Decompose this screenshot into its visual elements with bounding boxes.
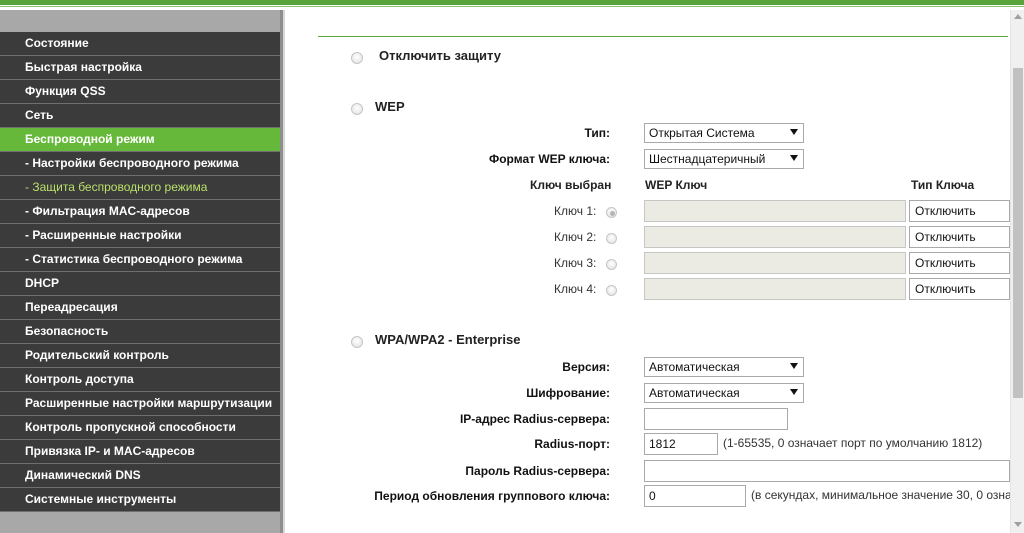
vertical-scrollbar[interactable]	[1010, 10, 1024, 533]
radius-password-label: Пароль Radius-сервера:	[465, 464, 610, 478]
sidebar-menu: Состояние Быстрая настройка Функция QSS …	[0, 32, 280, 512]
wep-key3-type[interactable]: Отключить	[909, 252, 1010, 274]
wep-type-select[interactable]: Открытая Система	[644, 123, 804, 143]
sidebar-divider	[283, 10, 285, 533]
wep-col-selected: Ключ выбран	[530, 178, 612, 192]
wep-key2-input[interactable]	[644, 226, 906, 248]
sidebar-item-qss[interactable]: Функция QSS	[0, 80, 280, 104]
sidebar-item-bandwidth-control[interactable]: Контроль пропускной способности	[0, 416, 280, 440]
radio-dot	[610, 211, 615, 216]
radius-password-input[interactable]	[644, 460, 1010, 482]
wpa-version-label: Версия:	[562, 360, 610, 374]
wep-format-select[interactable]: Шестнадцатеричный	[644, 149, 804, 169]
top-banner-line	[0, 6, 1024, 7]
radius-ip-label: IP-адрес Radius-сервера:	[459, 412, 610, 426]
wep-format-label: Формат WEP ключа:	[488, 152, 610, 166]
sidebar-item-mac-filtering[interactable]: - Фильтрация MAC-адресов	[0, 200, 280, 224]
sidebar-item-access-control[interactable]: Контроль доступа	[0, 368, 280, 392]
sidebar-item-parental-control[interactable]: Родительский контроль	[0, 344, 280, 368]
wep-col-type: Тип Ключа	[911, 178, 975, 192]
wep-key2-label: Ключ 2:	[554, 230, 597, 244]
sidebar-item-wireless-settings[interactable]: - Настройки беспроводного режима	[0, 152, 280, 176]
wpa-encryption-select[interactable]: Автоматическая	[644, 383, 804, 403]
scroll-down-arrow-icon[interactable]	[1014, 522, 1022, 527]
wep-type-value: Открытая Система	[649, 126, 755, 140]
radius-port-input[interactable]: 1812	[644, 433, 718, 455]
scroll-thumb[interactable]	[1013, 68, 1023, 398]
sidebar-item-dhcp[interactable]: DHCP	[0, 272, 280, 296]
sidebar-item-network[interactable]: Сеть	[0, 104, 280, 128]
content-top-rule	[318, 36, 1008, 37]
wpa-enterprise-title: WPA/WPA2 - Enterprise	[375, 332, 521, 347]
sidebar-panel: Состояние Быстрая настройка Функция QSS …	[0, 10, 280, 533]
sidebar-item-quick-setup[interactable]: Быстрая настройка	[0, 56, 280, 80]
wep-key4-radio[interactable]	[606, 285, 617, 296]
top-banner	[0, 0, 1024, 10]
disable-security-label: Отключить защиту	[379, 48, 501, 63]
wpa-encryption-value: Автоматическая	[649, 386, 740, 400]
sidebar-item-security[interactable]: Безопасность	[0, 320, 280, 344]
sidebar-item-system-tools[interactable]: Системные инструменты	[0, 488, 280, 512]
wep-key1-type[interactable]: Отключить	[909, 200, 1010, 222]
wep-format-value: Шестнадцатеричный	[649, 152, 766, 166]
wpa-version-value: Автоматическая	[649, 360, 740, 374]
sidebar-item-forwarding[interactable]: Переадресация	[0, 296, 280, 320]
sidebar-item-ip-mac-binding[interactable]: Привязка IP- и MAC-адресов	[0, 440, 280, 464]
radius-port-hint: (1-65535, 0 означает порт по умолчанию 1…	[723, 436, 983, 450]
chevron-down-icon	[790, 155, 798, 161]
chevron-down-icon	[790, 363, 798, 369]
wep-key1-radio[interactable]	[606, 207, 617, 218]
radius-ip-input[interactable]	[644, 408, 788, 430]
radius-port-label: Radius-порт:	[534, 437, 610, 451]
sidebar-item-wireless[interactable]: Беспроводной режим	[0, 128, 280, 152]
wep-key1-label: Ключ 1:	[554, 204, 597, 218]
sidebar: Состояние Быстрая настройка Функция QSS …	[0, 10, 285, 533]
group-key-input[interactable]: 0	[644, 485, 746, 507]
wep-key4-type[interactable]: Отключить	[909, 278, 1010, 300]
wep-key4-input[interactable]	[644, 278, 906, 300]
wep-key3-radio[interactable]	[606, 259, 617, 270]
disable-security-radio[interactable]	[351, 52, 363, 64]
wep-key3-input[interactable]	[644, 252, 906, 274]
sidebar-item-ddns[interactable]: Динамический DNS	[0, 464, 280, 488]
group-key-hint: (в секундах, минимальное значение 30, 0 …	[751, 488, 1012, 502]
chevron-down-icon	[790, 389, 798, 395]
main-content: Отключить защиту WEP Тип: Открытая Систе…	[286, 10, 1012, 533]
wpa-version-select[interactable]: Автоматическая	[644, 357, 804, 377]
wep-key3-label: Ключ 3:	[554, 256, 597, 270]
group-key-label: Период обновления группового ключа:	[374, 489, 610, 503]
wep-key1-input[interactable]	[644, 200, 906, 222]
wep-key2-type[interactable]: Отключить	[909, 226, 1010, 248]
top-banner-stripe	[0, 0, 1024, 5]
wpa-encryption-label: Шифрование:	[526, 386, 610, 400]
scroll-up-arrow-icon[interactable]	[1014, 14, 1022, 19]
wpa-enterprise-radio[interactable]	[351, 336, 363, 348]
wep-key4-label: Ключ 4:	[554, 282, 597, 296]
sidebar-item-wireless-security[interactable]: - Защита беспроводного режима	[0, 176, 280, 200]
wep-col-key: WEP Ключ	[645, 178, 708, 192]
sidebar-item-wireless-statistics[interactable]: - Статистика беспроводного режима	[0, 248, 280, 272]
wep-title: WEP	[375, 99, 405, 114]
chevron-down-icon	[790, 129, 798, 135]
wep-radio[interactable]	[351, 103, 363, 115]
sidebar-item-wireless-advanced[interactable]: - Расширенные настройки	[0, 224, 280, 248]
wep-key2-radio[interactable]	[606, 233, 617, 244]
sidebar-item-status[interactable]: Состояние	[0, 32, 280, 56]
wep-type-label: Тип:	[584, 126, 611, 140]
sidebar-item-advanced-routing[interactable]: Расширенные настройки маршрутизации	[0, 392, 280, 416]
